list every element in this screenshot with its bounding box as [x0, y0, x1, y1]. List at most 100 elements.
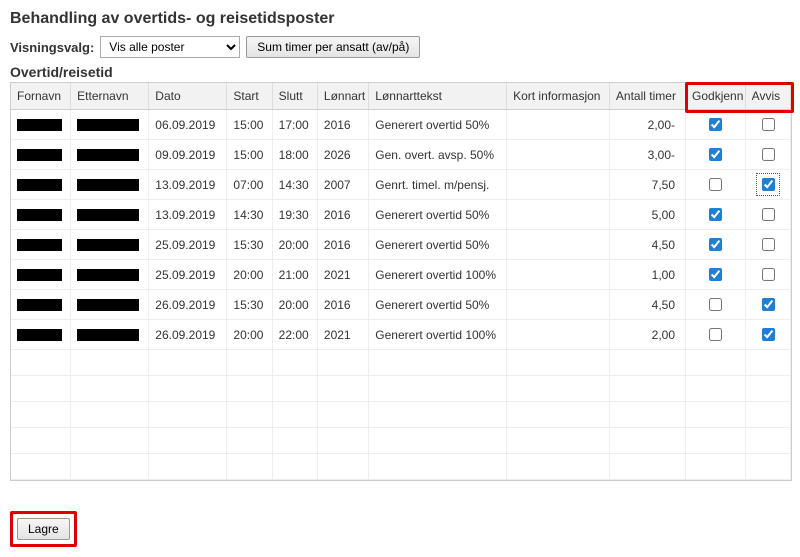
view-label: Visningsvalg:	[10, 40, 94, 55]
table-row[interactable]: 09.09.201915:0018:002026Gen. overt. avsp…	[11, 140, 791, 170]
empty-cell	[149, 376, 227, 402]
cell-fornavn	[11, 230, 71, 260]
cell-etternavn	[71, 200, 149, 230]
reject-checkbox[interactable]	[762, 148, 775, 161]
approve-checkbox[interactable]	[709, 148, 722, 161]
col-avvis[interactable]: Avvis	[745, 83, 790, 110]
col-dato[interactable]: Dato	[149, 83, 227, 110]
cell-lonnarttekst: Generert overtid 50%	[369, 200, 507, 230]
approve-checkbox[interactable]	[709, 328, 722, 341]
table-row[interactable]: 13.09.201907:0014:302007Genrt. timel. m/…	[11, 170, 791, 200]
empty-cell	[317, 402, 368, 428]
col-kortinfo[interactable]: Kort informasjon	[507, 83, 610, 110]
col-antalltimer[interactable]: Antall timer	[609, 83, 685, 110]
empty-cell	[369, 454, 507, 480]
redacted-text	[77, 299, 139, 311]
redacted-text	[17, 149, 62, 161]
reject-checkbox[interactable]	[762, 238, 775, 251]
col-fornavn[interactable]: Fornavn	[11, 83, 71, 110]
cell-etternavn	[71, 230, 149, 260]
cell-godkjenn	[686, 230, 746, 260]
col-etternavn[interactable]: Etternavn	[71, 83, 149, 110]
empty-cell	[745, 376, 790, 402]
empty-cell	[745, 350, 790, 376]
empty-cell	[507, 350, 610, 376]
table-row[interactable]: 25.09.201920:0021:002021Generert overtid…	[11, 260, 791, 290]
cell-godkjenn	[686, 290, 746, 320]
col-slutt[interactable]: Slutt	[272, 83, 317, 110]
approve-checkbox[interactable]	[709, 298, 722, 311]
approve-checkbox[interactable]	[709, 238, 722, 251]
cell-godkjenn	[686, 170, 746, 200]
reject-checkbox[interactable]	[762, 298, 775, 311]
empty-cell	[227, 428, 272, 454]
approve-checkbox[interactable]	[709, 268, 722, 281]
cell-lonnarttekst: Generert overtid 100%	[369, 320, 507, 350]
approve-checkbox[interactable]	[709, 208, 722, 221]
table-row[interactable]: 06.09.201915:0017:002016Generert overtid…	[11, 110, 791, 140]
empty-cell	[149, 454, 227, 480]
cell-avvis	[745, 230, 790, 260]
cell-fornavn	[11, 290, 71, 320]
cell-lonnart: 2016	[317, 110, 368, 140]
empty-cell	[11, 454, 71, 480]
cell-avvis	[745, 110, 790, 140]
cell-start: 20:00	[227, 320, 272, 350]
cell-etternavn	[71, 140, 149, 170]
empty-cell	[71, 454, 149, 480]
empty-cell	[317, 350, 368, 376]
reject-checkbox[interactable]	[762, 118, 775, 131]
empty-cell	[686, 428, 746, 454]
cell-slutt: 20:00	[272, 290, 317, 320]
redacted-text	[77, 269, 139, 281]
reject-checkbox[interactable]	[762, 328, 775, 341]
cell-avvis	[745, 320, 790, 350]
cell-kortinfo	[507, 170, 610, 200]
redacted-text	[17, 299, 62, 311]
cell-godkjenn	[686, 200, 746, 230]
cell-antalltimer: 3,00-	[609, 140, 685, 170]
empty-cell	[369, 350, 507, 376]
reject-checkbox[interactable]	[762, 178, 775, 191]
empty-cell	[227, 454, 272, 480]
cell-slutt: 21:00	[272, 260, 317, 290]
table-row[interactable]: 13.09.201914:3019:302016Generert overtid…	[11, 200, 791, 230]
col-start[interactable]: Start	[227, 83, 272, 110]
cell-avvis	[745, 140, 790, 170]
empty-cell	[272, 376, 317, 402]
reject-checkbox[interactable]	[762, 208, 775, 221]
redacted-text	[17, 239, 62, 251]
cell-antalltimer: 2,00-	[609, 110, 685, 140]
empty-cell	[317, 428, 368, 454]
approve-checkbox[interactable]	[709, 178, 722, 191]
col-lonnart[interactable]: Lønnart	[317, 83, 368, 110]
cell-lonnarttekst: Genrt. timel. m/pensj.	[369, 170, 507, 200]
redacted-text	[17, 209, 62, 221]
cell-kortinfo	[507, 140, 610, 170]
cell-slutt: 19:30	[272, 200, 317, 230]
cell-fornavn	[11, 110, 71, 140]
empty-cell	[609, 402, 685, 428]
col-lonnarttekst[interactable]: Lønnarttekst	[369, 83, 507, 110]
cell-dato: 06.09.2019	[149, 110, 227, 140]
table-row[interactable]: 26.09.201920:0022:002021Generert overtid…	[11, 320, 791, 350]
table-row[interactable]: 25.09.201915:3020:002016Generert overtid…	[11, 230, 791, 260]
cell-lonnarttekst: Gen. overt. avsp. 50%	[369, 140, 507, 170]
table-row[interactable]: 26.09.201915:3020:002016Generert overtid…	[11, 290, 791, 320]
col-godkjenn[interactable]: Godkjenn	[686, 83, 746, 110]
approve-checkbox[interactable]	[709, 118, 722, 131]
empty-cell	[71, 350, 149, 376]
cell-fornavn	[11, 200, 71, 230]
redacted-text	[17, 329, 62, 341]
view-select[interactable]: Vis alle poster	[100, 36, 240, 58]
redacted-text	[17, 179, 62, 191]
reject-checkbox[interactable]	[762, 268, 775, 281]
empty-cell	[369, 376, 507, 402]
redacted-text	[77, 239, 139, 251]
cell-dato: 09.09.2019	[149, 140, 227, 170]
empty-cell	[317, 376, 368, 402]
save-button[interactable]: Lagre	[17, 518, 70, 540]
sum-toggle-button[interactable]: Sum timer per ansatt (av/på)	[246, 36, 420, 58]
empty-cell	[272, 402, 317, 428]
table-row	[11, 402, 791, 428]
